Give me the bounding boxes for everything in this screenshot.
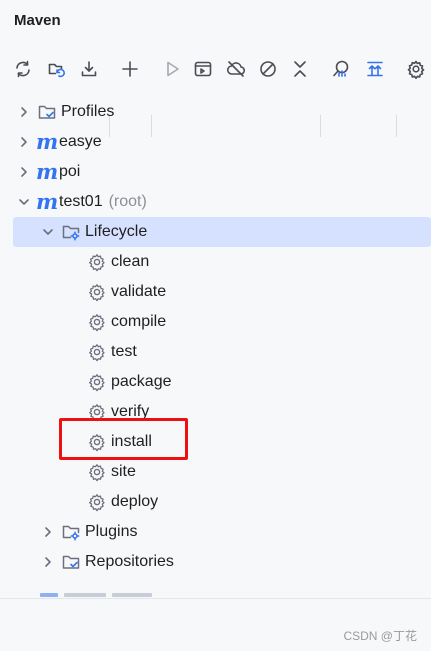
gear-icon [86,492,108,512]
chevron-right-icon[interactable] [16,134,32,150]
run-config-icon [194,61,212,77]
tree-item-label: test01 [59,193,103,210]
partial-text [64,593,106,597]
show-structure-button[interactable] [362,55,388,83]
reload-folders-icon [48,63,65,78]
gear-icon [86,342,108,362]
gear-icon [86,252,108,272]
show-structure-icon [367,61,383,77]
lifecycle-phase-item[interactable]: clean [0,247,431,277]
chevron-right-icon[interactable] [40,524,56,540]
phase-label: deploy [111,493,159,510]
run-icon [167,61,179,77]
maven-module-icon: m [36,129,59,154]
lifecycle-phase-item[interactable]: test [0,337,431,367]
gear-icon [86,462,108,482]
chevron-right-icon[interactable] [16,164,32,180]
reload-button[interactable] [10,55,36,83]
chevron-right-icon[interactable] [16,104,32,120]
run-config-button[interactable] [190,55,216,83]
tree-item-label: Repositories [85,553,174,570]
panel-divider [0,598,431,599]
settings-icon [407,60,425,79]
run-button[interactable] [159,55,185,83]
add-button[interactable] [117,55,143,83]
phase-label: test [111,343,137,360]
tree-item-profiles[interactable]: Profiles [0,97,431,127]
skip-tests-icon [260,61,276,77]
plugins-folder-icon [60,522,82,542]
gear-icon [86,282,108,302]
tree-item-label: Lifecycle [85,223,148,240]
annotation-highlight-box [59,418,188,460]
tree-item-label: Plugins [85,523,138,540]
watermark: CSDN @丁花 [343,629,417,643]
chevron-down-icon[interactable] [16,194,32,210]
chevron-right-icon[interactable] [40,554,56,570]
settings-button[interactable] [403,55,429,83]
gear-icon [86,372,108,392]
tree-item-label: poi [59,163,81,180]
reload-icon [16,60,30,78]
maven-module-icon: m [36,189,59,214]
tree-item-project[interactable]: m easye [0,127,431,157]
tree-item-label: Profiles [61,103,115,120]
panel-title: Maven [14,12,61,29]
tree-item-repositories[interactable]: Repositories [0,547,431,577]
analyze-dependencies-button[interactable] [328,55,354,83]
lifecycle-phase-item[interactable]: compile [0,307,431,337]
phase-label: package [111,373,172,390]
phase-label: compile [111,313,167,330]
maven-toolbar [0,55,431,137]
skip-tests-button[interactable] [255,55,281,83]
collapse-all-icon [294,61,306,77]
lifecycle-folder-icon [60,222,82,242]
repositories-folder-icon [60,552,82,572]
collapse-all-button[interactable] [287,55,313,83]
tree-item-lifecycle[interactable]: Lifecycle [13,217,431,247]
root-suffix: (root) [108,193,147,210]
phase-label: clean [111,253,150,270]
download-icon [81,61,97,77]
tree-item-label: easye [59,133,102,150]
maven-module-icon: m [36,159,59,184]
download-button[interactable] [76,55,102,83]
analyze-dependencies-icon [333,60,349,77]
maven-module-icon [40,593,58,597]
lifecycle-phase-item[interactable]: package [0,367,431,397]
lifecycle-phase-item[interactable]: site [0,457,431,487]
reload-folders-button[interactable] [44,55,70,83]
tree-item-project[interactable]: m poi [0,157,431,187]
profiles-folder-icon [36,102,58,122]
phase-label: site [111,463,136,480]
offline-mode-button[interactable] [223,55,249,83]
chevron-down-icon[interactable] [40,224,56,240]
offline-mode-icon [226,61,246,77]
tree-item-plugins[interactable]: Plugins [0,517,431,547]
lifecycle-phase-item[interactable]: validate [0,277,431,307]
lifecycle-phase-item[interactable]: deploy [0,487,431,517]
tree-item-project-root[interactable]: m test01 (root) [0,187,431,217]
partial-text [112,593,152,597]
gear-icon [86,312,108,332]
add-icon [122,61,138,77]
phase-label: validate [111,283,167,300]
